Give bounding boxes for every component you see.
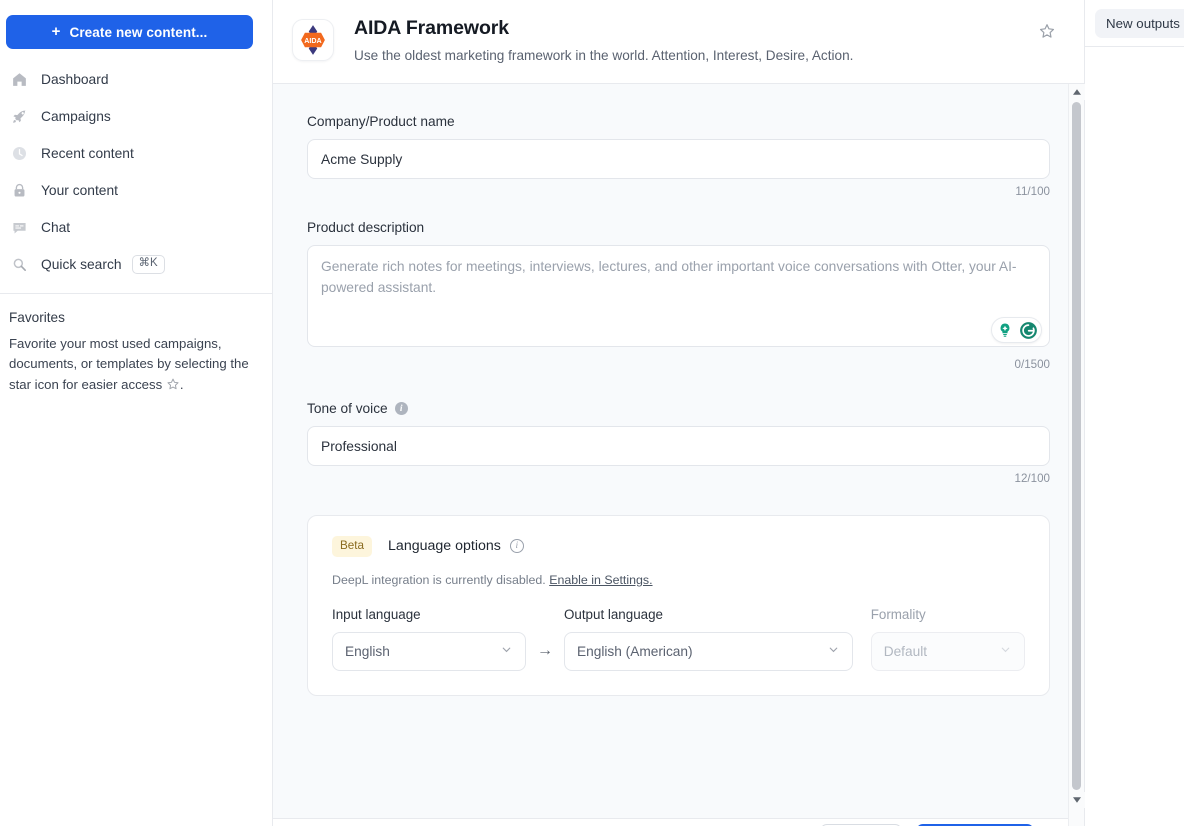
caret-down-icon	[1073, 797, 1081, 803]
outputs-tabbar: New outputs	[1085, 0, 1184, 47]
template-title-block: AIDA Framework Use the oldest marketing …	[354, 16, 853, 63]
scrollbar-down-button[interactable]	[1069, 792, 1085, 808]
formality-label: Formality	[871, 607, 1025, 622]
sidebar-item-dashboard[interactable]: Dashboard	[0, 61, 272, 98]
deepl-status-text: DeepL integration is currently disabled.	[332, 573, 546, 587]
writing-assistant-pill	[991, 317, 1042, 343]
tone-of-voice-label-text: Tone of voice	[307, 401, 388, 416]
plus-icon: +	[52, 24, 61, 39]
tab-new-outputs[interactable]: New outputs	[1095, 9, 1184, 38]
language-options-card: Beta Language options i DeepL integratio…	[307, 515, 1050, 696]
star-outline-icon	[166, 377, 180, 397]
info-outline-icon[interactable]: i	[510, 539, 524, 553]
formality-select[interactable]: Default	[871, 632, 1025, 671]
product-description-textarea[interactable]	[307, 245, 1050, 347]
product-description-field: Product description	[307, 220, 1050, 371]
sidebar-item-chat[interactable]: Chat	[0, 209, 272, 246]
lock-icon	[9, 181, 29, 201]
input-language-label: Input language	[332, 607, 526, 622]
formality-value: Default	[884, 644, 927, 659]
page-title: AIDA Framework	[354, 17, 853, 40]
deepl-status-note: DeepL integration is currently disabled.…	[332, 573, 1025, 587]
scrollbar-up-button[interactable]	[1069, 84, 1085, 100]
input-language-value: English	[345, 644, 390, 659]
page-subtitle: Use the oldest marketing framework in th…	[354, 48, 853, 63]
sidebar-item-recent-content[interactable]: Recent content	[0, 135, 272, 172]
formality-group: Formality Default	[871, 607, 1025, 671]
chat-bubble-icon	[9, 218, 29, 238]
sidebar-item-your-content[interactable]: Your content	[0, 172, 272, 209]
sidebar-nav: Dashboard Campaigns Recent content Your …	[0, 61, 272, 283]
product-description-wrapper	[307, 245, 1050, 352]
rocket-icon	[9, 107, 29, 127]
sidebar-item-label: Your content	[41, 183, 118, 198]
main-content: AIDA AIDA Framework Use the oldest marke…	[273, 0, 1085, 826]
favorites-description-period: .	[180, 377, 184, 392]
clock-icon	[9, 144, 29, 164]
template-header: AIDA AIDA Framework Use the oldest marke…	[273, 0, 1084, 84]
chevron-down-icon	[827, 643, 840, 659]
favorites-description-text: Favorite your most used campaigns, docum…	[9, 336, 249, 392]
company-name-label: Company/Product name	[307, 114, 1050, 129]
sidebar: + Create new content... Dashboard Campai…	[0, 0, 273, 826]
company-name-input[interactable]	[307, 139, 1050, 179]
beta-badge: Beta	[332, 536, 372, 557]
grammarly-g-icon[interactable]	[1018, 320, 1038, 340]
output-language-label: Output language	[564, 607, 853, 622]
product-description-counter: 0/1500	[307, 358, 1050, 371]
svg-text:AIDA: AIDA	[304, 37, 321, 45]
enable-in-settings-link[interactable]: Enable in Settings.	[549, 573, 652, 587]
sidebar-item-label: Chat	[41, 220, 70, 235]
company-name-field: Company/Product name 11/100	[307, 114, 1050, 198]
spacer	[307, 371, 1050, 401]
chevron-down-icon	[500, 643, 513, 659]
sidebar-item-label: Recent content	[41, 146, 134, 161]
output-language-value: English (American)	[577, 644, 693, 659]
form-action-bar: Cancel Create content	[273, 818, 1068, 826]
input-language-group: Input language English	[332, 607, 526, 671]
sidebar-item-campaigns[interactable]: Campaigns	[0, 98, 272, 135]
create-new-content-button[interactable]: + Create new content...	[6, 15, 253, 49]
search-icon	[9, 255, 29, 275]
language-options-header: Beta Language options i	[332, 536, 1025, 557]
output-language-select[interactable]: English (American)	[564, 632, 853, 671]
product-description-label: Product description	[307, 220, 1050, 235]
main-scrollbar[interactable]	[1068, 84, 1084, 826]
form-scroll-area: Company/Product name 11/100 Product desc…	[273, 84, 1084, 826]
chevron-down-icon	[999, 643, 1012, 659]
sidebar-item-quick-search[interactable]: Quick search ⌘K	[0, 246, 272, 283]
outputs-panel: New outputs	[1085, 0, 1184, 826]
quick-search-shortcut: ⌘K	[132, 255, 165, 274]
tone-of-voice-field: Tone of voice i 12/100	[307, 401, 1050, 485]
aida-hexagon-logo: AIDA	[292, 19, 334, 61]
language-direction-arrow: →	[526, 632, 564, 671]
input-language-select[interactable]: English	[332, 632, 526, 671]
info-filled-icon[interactable]: i	[395, 402, 408, 415]
favorite-star-button[interactable]	[1034, 18, 1060, 44]
sidebar-item-label: Campaigns	[41, 109, 111, 124]
tone-of-voice-counter: 12/100	[307, 472, 1050, 485]
company-name-counter: 11/100	[307, 185, 1050, 198]
output-language-group: Output language English (American)	[564, 607, 853, 671]
lightbulb-idea-icon[interactable]	[995, 320, 1015, 340]
app-root: + Create new content... Dashboard Campai…	[0, 0, 1184, 826]
favorites-description: Favorite your most used campaigns, docum…	[0, 325, 272, 397]
star-outline-icon	[1038, 22, 1056, 40]
spacer	[307, 198, 1050, 220]
favorites-heading: Favorites	[0, 294, 272, 325]
tone-of-voice-input[interactable]	[307, 426, 1050, 466]
home-icon	[9, 70, 29, 90]
language-options-title: Language options	[388, 538, 501, 554]
scrollbar-thumb[interactable]	[1072, 102, 1081, 790]
tone-of-voice-label: Tone of voice i	[307, 401, 1050, 416]
caret-up-icon	[1073, 89, 1081, 95]
sidebar-item-label: Dashboard	[41, 72, 109, 87]
sidebar-item-label: Quick search	[41, 257, 122, 272]
create-new-content-label: Create new content...	[69, 25, 207, 40]
language-selectors-row: Input language English → Output language	[332, 607, 1025, 671]
